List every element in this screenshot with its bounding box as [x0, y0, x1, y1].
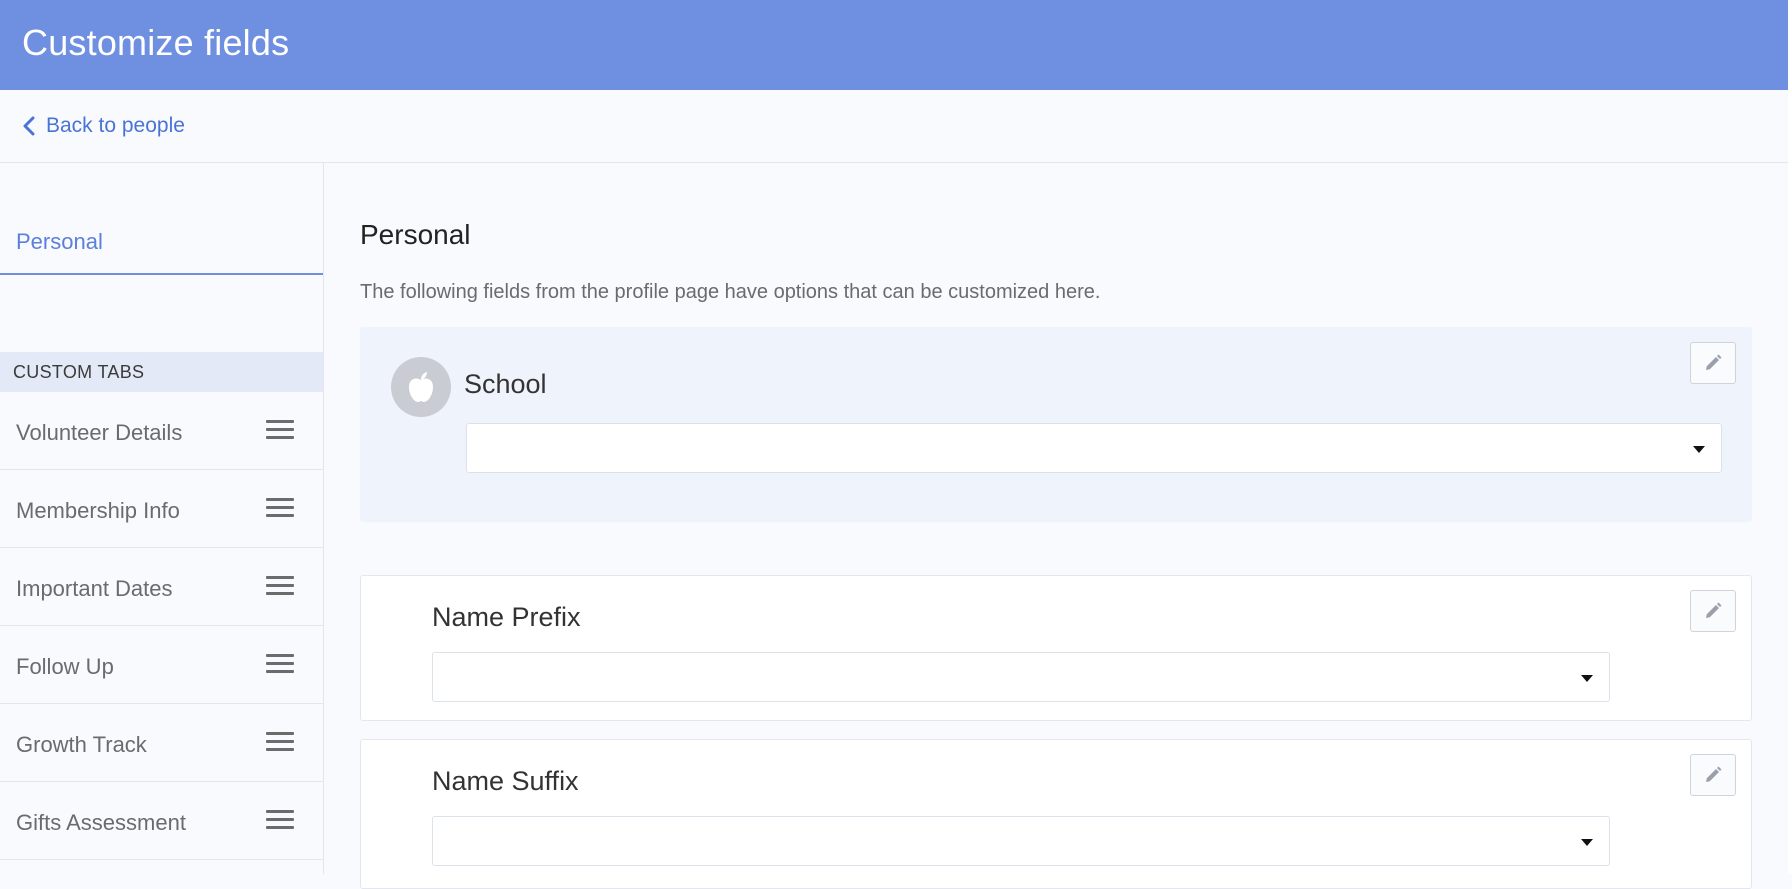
section-title: Personal — [360, 219, 471, 250]
sidebar-item-label: Personal — [16, 229, 103, 254]
pencil-icon — [1706, 354, 1722, 370]
drag-handle-icon[interactable] — [266, 654, 294, 674]
field-label-name-suffix: Name Suffix — [432, 766, 579, 796]
main-content: Personal The following fields from the p… — [324, 163, 1788, 889]
sidebar-item-growth-track[interactable]: Growth Track — [0, 704, 323, 782]
sidebar-item-label: Important Dates — [16, 576, 173, 601]
edit-school-button[interactable] — [1690, 342, 1736, 384]
sidebar-item-personal[interactable]: Personal — [0, 213, 323, 275]
back-bar: Back to people — [0, 90, 1788, 163]
name-prefix-select[interactable] — [432, 652, 1610, 702]
sidebar-item-label: Membership Info — [16, 498, 180, 523]
chevron-down-icon — [1581, 675, 1593, 682]
sidebar-item-important-dates[interactable]: Important Dates — [0, 548, 323, 626]
sidebar-item-volunteer-details[interactable]: Volunteer Details — [0, 392, 323, 470]
section-description: The following fields from the profile pa… — [360, 281, 1101, 303]
sidebar: Personal CUSTOM TABS Volunteer Details M… — [0, 163, 324, 874]
chevron-left-icon — [23, 116, 35, 136]
field-label-school: School — [464, 369, 547, 399]
name-prefix-field-card: Name Prefix — [360, 575, 1752, 721]
sidebar-item-label: Gifts Assessment — [16, 810, 186, 835]
pencil-icon — [1706, 766, 1722, 782]
back-link-label: Back to people — [46, 114, 185, 137]
custom-tabs-list: Volunteer Details Membership Info Import… — [0, 392, 323, 860]
back-to-people-link[interactable]: Back to people — [22, 114, 185, 138]
chevron-down-icon — [1581, 839, 1593, 846]
sidebar-item-label: Volunteer Details — [16, 420, 183, 445]
custom-tabs-heading: CUSTOM TABS — [0, 352, 323, 392]
school-select[interactable] — [466, 423, 1722, 473]
edit-name-suffix-button[interactable] — [1690, 754, 1736, 796]
sidebar-item-label: Follow Up — [16, 654, 114, 679]
page-title: Customize fields — [22, 22, 290, 63]
field-label-name-prefix: Name Prefix — [432, 602, 581, 632]
edit-name-prefix-button[interactable] — [1690, 590, 1736, 632]
name-suffix-select[interactable] — [432, 816, 1610, 866]
drag-handle-icon[interactable] — [266, 576, 294, 596]
chevron-down-icon — [1693, 446, 1705, 453]
sidebar-item-membership-info[interactable]: Membership Info — [0, 470, 323, 548]
sidebar-item-follow-up[interactable]: Follow Up — [0, 626, 323, 704]
window-edge — [1788, 0, 1792, 874]
pencil-icon — [1706, 602, 1722, 618]
sidebar-item-label: Growth Track — [16, 732, 147, 757]
drag-handle-icon[interactable] — [266, 810, 294, 830]
drag-handle-icon[interactable] — [266, 498, 294, 518]
page-header: Customize fields — [0, 0, 1788, 90]
school-field-card: School — [360, 327, 1752, 522]
apple-icon — [391, 357, 451, 417]
sidebar-item-gifts-assessment[interactable]: Gifts Assessment — [0, 782, 323, 860]
name-suffix-field-card: Name Suffix — [360, 739, 1752, 889]
drag-handle-icon[interactable] — [266, 420, 294, 440]
drag-handle-icon[interactable] — [266, 732, 294, 752]
